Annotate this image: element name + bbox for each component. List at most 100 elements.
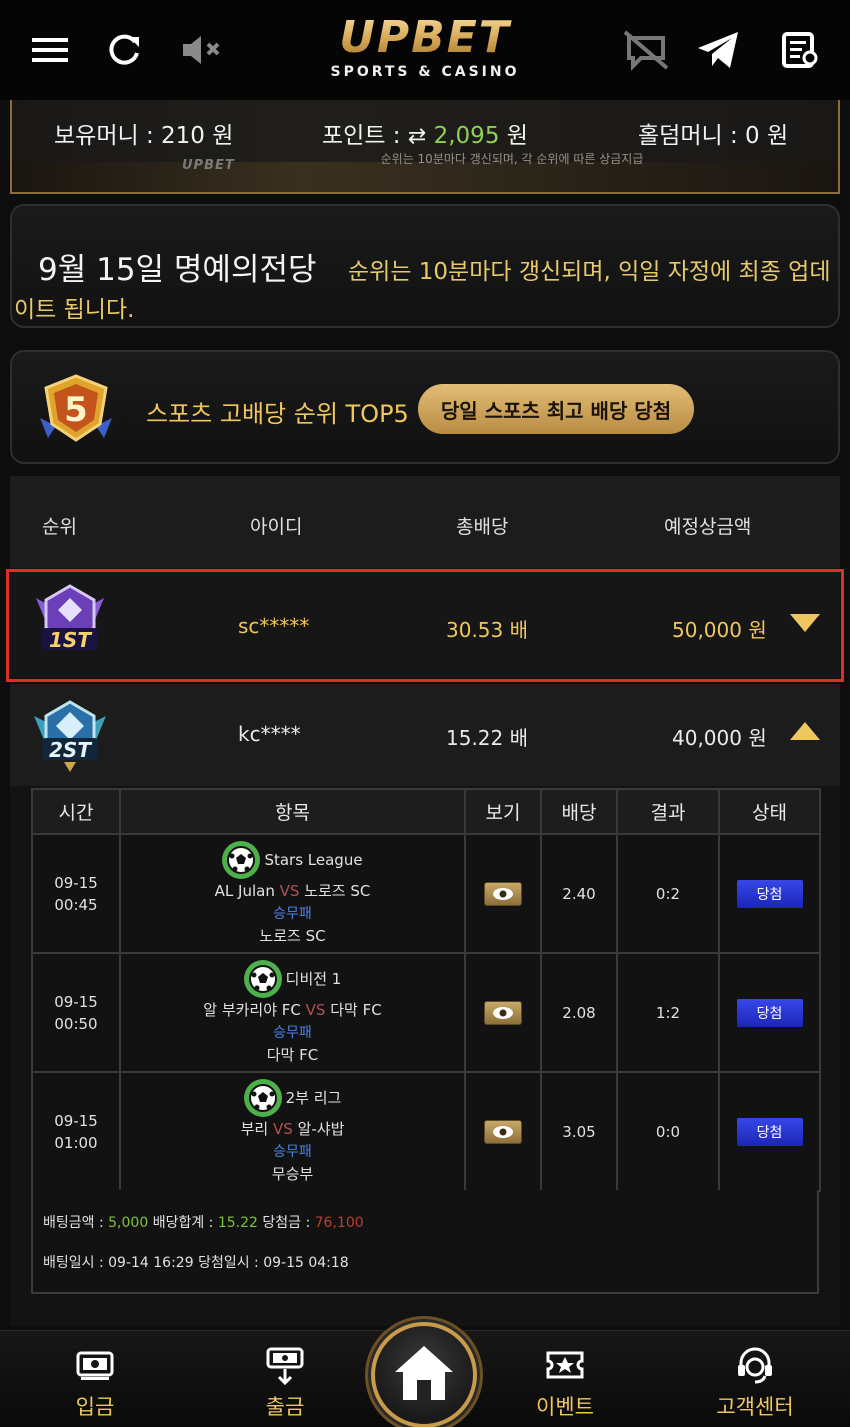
odds-total-label: 배당합계 :	[152, 1215, 214, 1231]
ranking-header: 순위 아이디 총배당 예정상금액	[10, 476, 840, 568]
bet-odds-cell: 2.08	[540, 952, 618, 1073]
bet-type: 승무패	[273, 1143, 312, 1160]
bet-time-cell: 09-15 01:00	[31, 1071, 121, 1192]
hall-of-fame-card: 9월 15일 명예의전당 순위는 10분마다 갱신되며, 익일 자정에 최종 업…	[10, 204, 840, 328]
odds-total-value: 15.22	[217, 1215, 258, 1231]
bet-amount-label: 배팅금액 :	[43, 1215, 104, 1231]
bet-view-cell	[464, 952, 542, 1073]
eye-icon	[493, 1125, 513, 1138]
top5-highest-odds-button[interactable]: 당일 스포츠 최고 배당 당첨	[418, 384, 694, 434]
bet-summary: 배팅금액 : 5,000 배당합계 : 15.22 당첨금 : 76,100 배…	[31, 1190, 819, 1294]
bet-time-cell: 09-15 00:50	[31, 952, 121, 1073]
bet-detail-row: 09-15 01:00 2부 리그 부리 VS 알-샤밥 승무패 무승부 3.05 0:0 당첨	[31, 1071, 821, 1192]
bet-time: 01:00	[54, 1133, 98, 1152]
match-teams: 알 부카리야 FC VS 다막 FC	[121, 998, 464, 1022]
nav-deposit-label: 입금	[75, 1395, 115, 1419]
top5-title: 스포츠 고배당 순위 TOP5	[146, 400, 409, 428]
nav-deposit[interactable]: 입금	[40, 1345, 150, 1425]
deposit-icon	[75, 1345, 115, 1385]
banner-ghost-text: 순위는 10분마다 갱신되며, 각 순위에 따른 상금지급	[380, 152, 644, 166]
menu-icon[interactable]	[22, 22, 78, 78]
bet-detail-panel: 시간 항목 보기 배당 결과 상태 09-15 00:45 Stars League…	[10, 786, 840, 1326]
away-team: 노로즈 SC	[304, 881, 371, 900]
brand-logo[interactable]: UPBET SPORTS & CASINO	[300, 14, 550, 88]
bet-pick: 다막 FC	[266, 1045, 319, 1064]
win-amount-value: 76,100	[314, 1215, 364, 1231]
bet-item-cell: 2부 리그 부리 VS 알-샤밥 승무패 무승부	[119, 1071, 466, 1192]
rank-row-2[interactable]: 2ST kc**** 15.22 배 40,000 원	[10, 684, 840, 786]
away-team: 다막 FC	[330, 1000, 382, 1019]
logo-main-text: UPBET	[300, 14, 550, 62]
notice-icon[interactable]	[772, 22, 828, 78]
nav-support[interactable]: 고객센터	[700, 1345, 810, 1425]
bet-status-cell: 당첨	[718, 1071, 821, 1192]
point-unit: 원	[506, 123, 528, 149]
view-eye-button[interactable]	[484, 881, 522, 906]
top5-badge-icon: 5	[34, 374, 118, 446]
bet-time: 00:45	[54, 895, 98, 914]
col-total-odds: 총배당	[456, 516, 509, 538]
win-amount-label: 당첨금 :	[262, 1215, 311, 1231]
point-value: 2,095	[433, 123, 500, 149]
home-team: 부리	[240, 1119, 269, 1138]
top-header: UPBET SPORTS & CASINO	[0, 0, 850, 100]
away-team: 알-샤밥	[297, 1119, 345, 1138]
bet-amount-value: 5,000	[108, 1215, 149, 1231]
home-team: 알 부카리야 FC	[203, 1000, 301, 1019]
bet-time: 00:50	[54, 1014, 98, 1033]
status-badge: 당첨	[736, 879, 803, 908]
eye-icon	[493, 887, 513, 900]
second-place-medal-text: 2ST	[49, 738, 92, 762]
bet-date: 09-15	[54, 992, 98, 1011]
col-odds: 배당	[540, 788, 618, 835]
view-eye-button[interactable]	[484, 1000, 522, 1025]
collapse-up-icon[interactable]	[790, 722, 820, 740]
mute-icon[interactable]	[174, 22, 230, 78]
status-badge: 당첨	[736, 998, 803, 1027]
hall-of-fame-title: 9월 15일 명예의전당	[38, 252, 317, 288]
bet-detail-header-row: 시간 항목 보기 배당 결과 상태	[31, 788, 821, 835]
bet-summary-dates: 배팅일시 : 09-14 16:29 당첨일시 : 09-15 04:18	[43, 1255, 349, 1271]
bet-type: 승무패	[273, 905, 312, 922]
home-icon	[395, 1346, 453, 1400]
point-swap-icon[interactable]: ⇄	[408, 124, 426, 149]
point-label: 포인트 :	[322, 123, 401, 149]
vs-label: VS	[279, 881, 300, 900]
nav-event[interactable]: 이벤트	[510, 1345, 620, 1425]
nav-withdraw-label: 출금	[265, 1395, 305, 1419]
match-teams: 부리 VS 알-샤밥	[121, 1117, 464, 1141]
vs-label: VS	[305, 1000, 326, 1019]
chat-off-icon[interactable]	[618, 22, 674, 78]
rank-2-total-odds: 15.22 배	[446, 726, 529, 750]
top5-banner: 5 스포츠 고배당 순위 TOP5 당일 스포츠 최고 배당 당첨	[10, 350, 840, 464]
league-name: Stars League	[264, 850, 363, 869]
bet-item-cell: 디비전 1알 부카리야 FC VS 다막 FC 승무패 다막 FC	[119, 952, 466, 1073]
league-line: Stars League	[121, 840, 464, 879]
bet-odds-cell: 2.40	[540, 833, 618, 954]
bet-item-cell: Stars League AL Julan VS 노로즈 SC 승무패 노로즈 SC	[119, 833, 466, 954]
col-status: 상태	[718, 788, 821, 835]
telegram-icon[interactable]	[690, 22, 746, 78]
bet-pick: 노로즈 SC	[259, 926, 326, 945]
hall-of-fame-desc-1: 순위는 10분마다 갱신되며, 익일 자정에 최종 업데	[348, 259, 831, 285]
col-expected-prize: 예정상금액	[664, 516, 752, 538]
col-item: 항목	[119, 788, 466, 835]
league-line: 디비전 1	[121, 959, 464, 998]
nav-withdraw[interactable]: 출금	[230, 1345, 340, 1425]
logo-sub-text: SPORTS & CASINO	[330, 64, 520, 80]
bet-date: 09-15	[54, 873, 98, 892]
bet-odds-cell: 3.05	[540, 1071, 618, 1192]
refresh-icon[interactable]	[96, 22, 152, 78]
bet-detail-row: 09-15 00:45 Stars League AL Julan VS 노로즈 SC…	[31, 833, 821, 954]
col-user-id: 아이디	[250, 516, 303, 538]
col-view: 보기	[464, 788, 542, 835]
bet-date: 09-15	[54, 1111, 98, 1130]
match-teams: AL Julan VS 노로즈 SC	[121, 879, 464, 903]
home-button[interactable]	[371, 1322, 477, 1427]
col-result: 결과	[616, 788, 720, 835]
nav-support-label: 고객센터	[716, 1395, 794, 1419]
view-eye-button[interactable]	[484, 1119, 522, 1144]
point-balance[interactable]: 포인트 : ⇄ 2,095 원	[322, 116, 528, 150]
top5-badge-number: 5	[64, 390, 88, 430]
bet-detail-row: 09-15 00:50 디비전 1알 부카리야 FC VS 다막 FC 승무패 다막 F…	[31, 952, 821, 1073]
